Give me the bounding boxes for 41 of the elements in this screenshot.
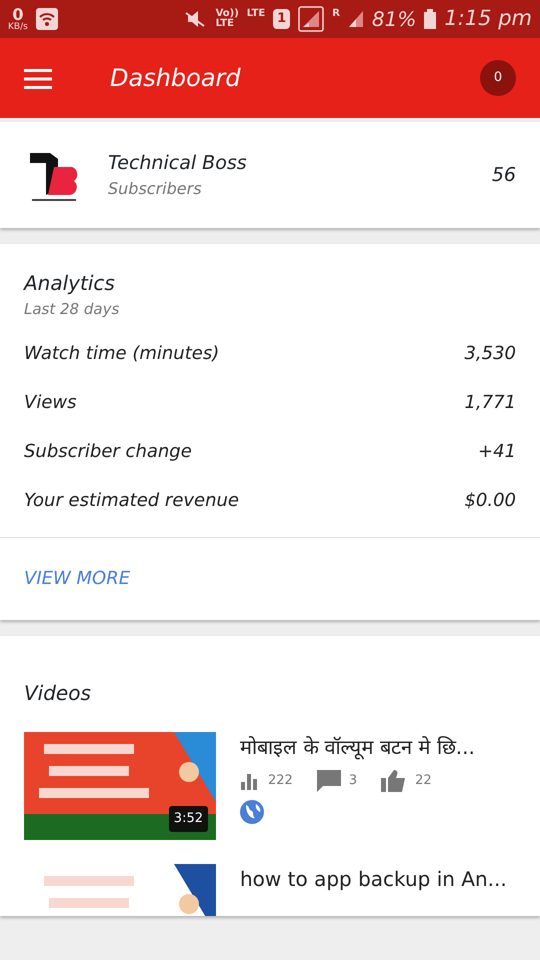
metric-label: Your estimated revenue (24, 488, 240, 512)
like-count: 22 (415, 772, 432, 790)
signal-icon (298, 6, 324, 32)
subscribers-label: Subscribers (108, 178, 203, 200)
comment-icon (316, 770, 341, 792)
menu-icon (24, 68, 52, 89)
speed-value: 0 (12, 6, 24, 22)
channel-name: Technical Boss (108, 150, 248, 176)
metric-label: Views (24, 390, 76, 414)
video-title[interactable]: how to app backup in An... (240, 864, 507, 894)
section-title: Videos (24, 680, 92, 706)
section-title: Analytics (24, 270, 116, 297)
bar-chart-icon (240, 772, 260, 790)
thumbs-up-icon (381, 770, 408, 792)
roaming-label: R (332, 7, 340, 21)
metric-value: 1,771 (464, 390, 516, 414)
notification-count[interactable]: 0 (480, 60, 516, 96)
metric-label: Watch time (minutes) (24, 342, 220, 366)
video-title[interactable]: मोबाइल के वॉल्यूम बटन मे छि... (240, 732, 475, 762)
volte-label: LTE (216, 19, 235, 29)
battery-icon (424, 9, 436, 29)
wifi-icon (36, 8, 58, 30)
signal-icon (348, 10, 364, 28)
metric-value: +41 (478, 440, 516, 464)
volte-label: Vo)) (216, 9, 239, 19)
clock-time: 1:15 pm (444, 5, 532, 32)
speed-unit: KB/s (8, 22, 28, 32)
subscriber-count: 56 (492, 162, 516, 188)
metric-value: 3,530 (464, 342, 516, 366)
menu-button[interactable] (24, 66, 52, 90)
battery-percent: 81% (372, 6, 416, 33)
view-count: 222 (268, 772, 293, 790)
sim-badge: 1 (273, 9, 290, 29)
page-title: Dashboard (110, 63, 242, 94)
metric-value: $0.00 (464, 488, 516, 512)
metric-label: Subscriber change (24, 440, 192, 464)
lte-label: LTE (246, 7, 266, 21)
view-more-link[interactable]: VIEW MORE (24, 565, 130, 592)
comment-count: 3 (348, 772, 358, 790)
video-duration: 3:52 (168, 806, 208, 832)
period-label: Last 28 days (24, 299, 120, 320)
